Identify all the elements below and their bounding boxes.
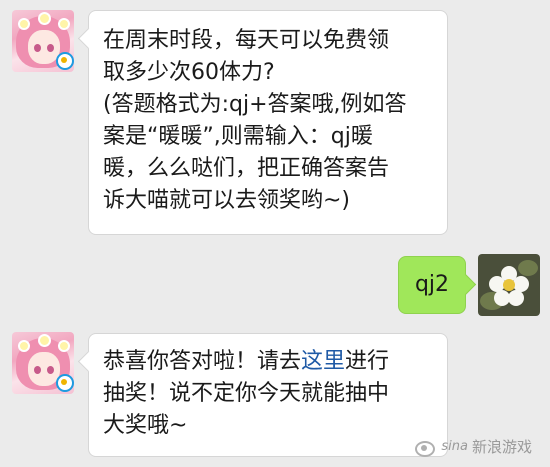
game-logo-icon — [56, 52, 74, 70]
message-line: 抽奖！说不定你今天就能抽中 — [103, 381, 390, 406]
user-avatar[interactable] — [478, 254, 540, 316]
message-text: 进行 — [345, 349, 390, 374]
message-line: 大奖哦~ — [103, 413, 188, 438]
avatar-eye — [34, 44, 41, 52]
message-line: 诉大喵就可以去领奖哟~) — [103, 188, 351, 213]
prize-draw-link[interactable]: 这里 — [301, 349, 345, 374]
hair-flower-icon — [38, 334, 51, 347]
hair-flower-icon — [58, 18, 70, 30]
avatar-eye — [47, 44, 54, 52]
message-line: 恭喜你答对啦！请去这里进行 — [103, 346, 433, 378]
reply-message-bubble[interactable]: 恭喜你答对啦！请去这里进行 抽奖！说不定你今天就能抽中 大奖哦~ — [88, 333, 448, 457]
flower-petal-icon — [494, 290, 510, 306]
avatar-eye — [34, 366, 41, 374]
game-account-avatar[interactable] — [12, 332, 74, 394]
flower-petal-icon — [508, 290, 524, 306]
game-logo-icon — [56, 374, 74, 392]
hair-flower-icon — [18, 18, 30, 30]
watermark-text: 新浪游戏 — [471, 438, 532, 456]
sina-logo-dot — [421, 444, 428, 451]
message-line: 暖，么么哒们，把正确答案告 — [103, 156, 390, 181]
hair-flower-icon — [38, 12, 51, 25]
answer-message-bubble[interactable]: qj2 — [398, 256, 466, 314]
question-message-bubble[interactable]: 在周末时段，每天可以免费领 取多少次60体力? (答题格式为:qj+答案哦,例如… — [88, 10, 448, 235]
sina-games-watermark: sina 新浪游戏 — [411, 436, 532, 457]
game-account-avatar[interactable] — [12, 10, 74, 72]
message-line: (答题格式为:qj+答案哦,例如答 — [103, 92, 407, 117]
flower-center-icon — [503, 279, 515, 291]
message-line: 取多少次60体力? — [103, 60, 275, 85]
message-line: 在周末时段，每天可以免费领 — [103, 28, 390, 53]
sina-logo-icon — [411, 438, 437, 457]
watermark-brand: sina — [441, 439, 468, 454]
message-line: 案是“暖暖”,则需输入：qj暖 — [103, 124, 373, 149]
avatar-leaf — [518, 260, 538, 276]
answer-text: qj2 — [414, 272, 450, 297]
avatar-eye — [47, 366, 54, 374]
message-text: 恭喜你答对啦！请去 — [103, 349, 302, 374]
hair-flower-icon — [58, 340, 70, 352]
hair-flower-icon — [18, 340, 30, 352]
